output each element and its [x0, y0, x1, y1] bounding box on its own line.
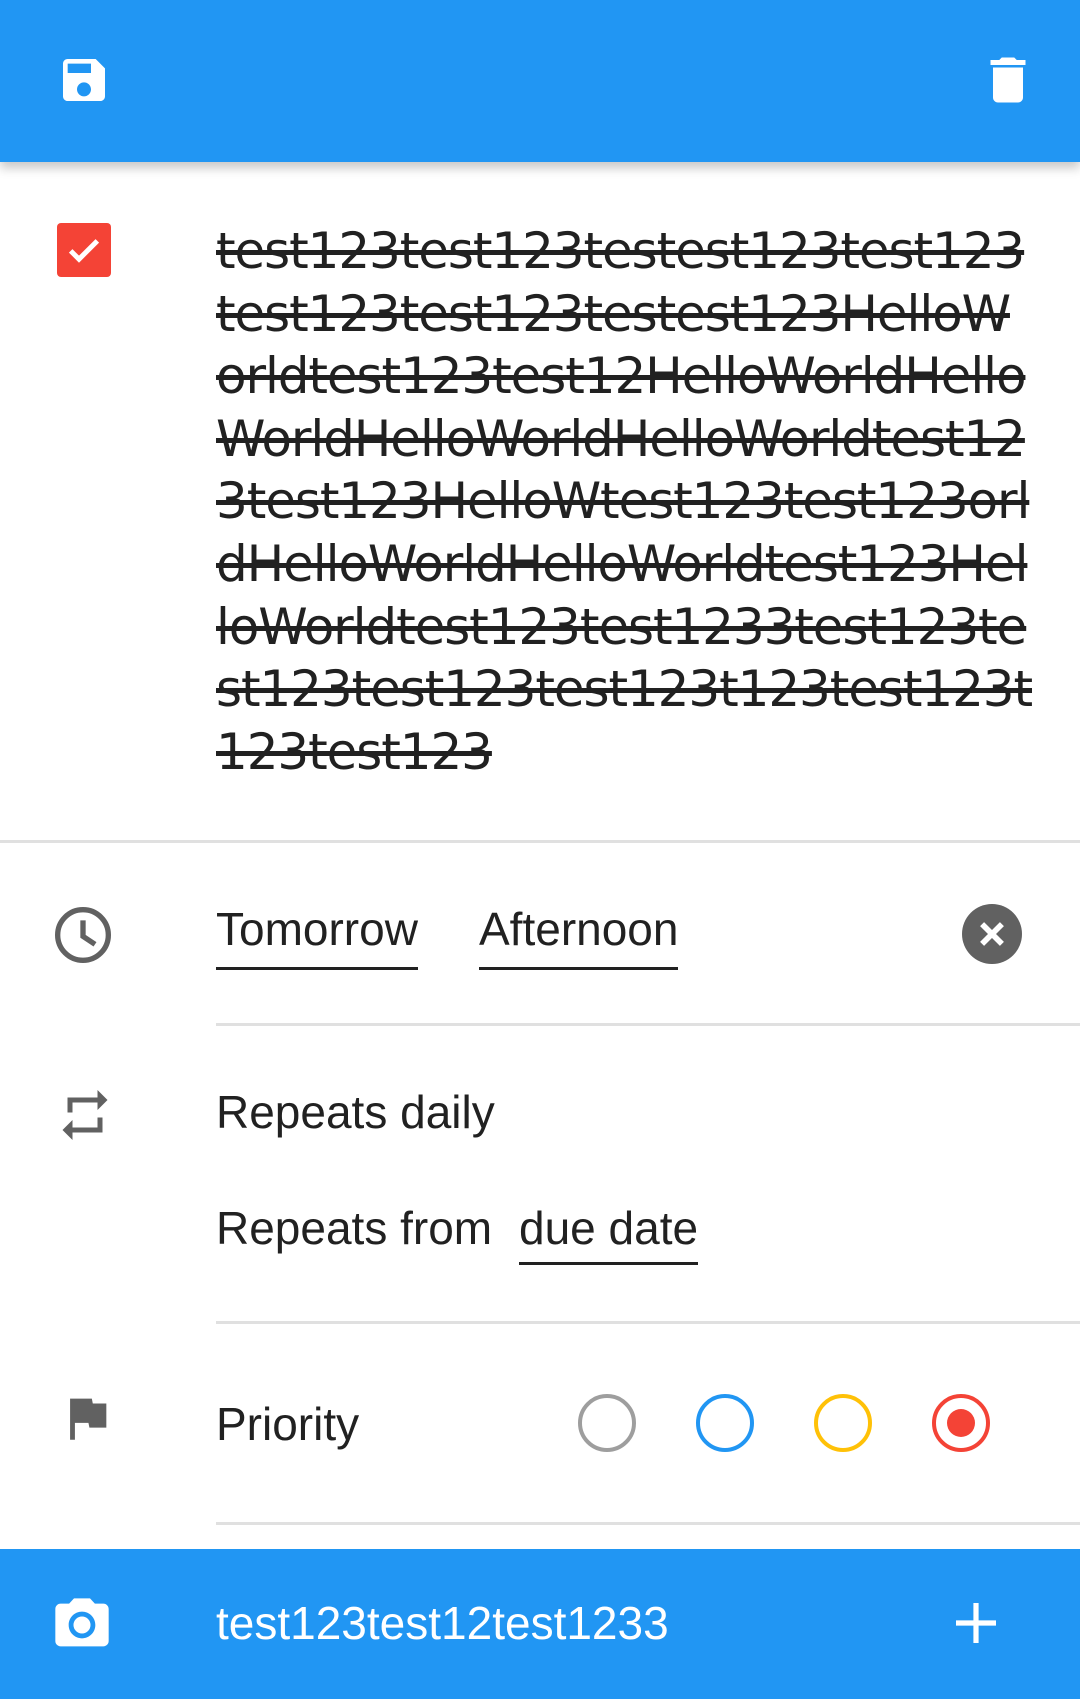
save-button[interactable] — [44, 40, 124, 120]
divider — [0, 840, 1080, 843]
close-icon — [980, 922, 1004, 946]
due-time-selector[interactable]: Afternoon — [479, 900, 679, 970]
task-title[interactable]: test123test123testest123test123test123te… — [216, 220, 1036, 783]
attachment-text[interactable]: test123test12test1233 — [216, 1595, 669, 1651]
camera-icon — [55, 1598, 109, 1647]
radio-dot — [829, 1409, 857, 1437]
delete-button[interactable] — [968, 40, 1048, 120]
clear-due-date-button[interactable] — [962, 904, 1022, 964]
bottom-bar: test123test12test1233 — [0, 1549, 1080, 1699]
top-toolbar — [0, 0, 1080, 162]
priority-low-radio[interactable] — [696, 1394, 754, 1452]
completed-checkbox[interactable] — [57, 223, 111, 277]
radio-dot — [593, 1409, 621, 1437]
divider — [216, 1023, 1080, 1026]
camera-button[interactable] — [46, 1589, 118, 1661]
priority-high-radio[interactable] — [932, 1394, 990, 1452]
check-icon — [68, 239, 100, 263]
repeat-from-selector[interactable]: due date — [519, 1200, 699, 1265]
add-button[interactable] — [944, 1591, 1008, 1655]
task-edit-screen: test123test123testest123test123test123te… — [0, 0, 1080, 1699]
priority-none-radio[interactable] — [578, 1394, 636, 1452]
priority-label: Priority — [216, 1398, 360, 1450]
divider — [216, 1321, 1080, 1324]
repeat-from-label: Repeats from — [216, 1202, 493, 1254]
delete-icon — [990, 57, 1026, 103]
repeat-icon — [50, 1080, 120, 1150]
plus-icon — [956, 1603, 996, 1643]
repeat-setting[interactable]: Repeats daily — [216, 1084, 495, 1140]
radio-dot — [711, 1409, 739, 1437]
flag-icon — [54, 1385, 120, 1451]
divider — [216, 1522, 1080, 1525]
clock-icon — [48, 900, 118, 970]
due-day-selector[interactable]: Tomorrow — [216, 900, 418, 970]
radio-dot — [947, 1409, 975, 1437]
save-icon — [63, 59, 105, 101]
priority-medium-radio[interactable] — [814, 1394, 872, 1452]
